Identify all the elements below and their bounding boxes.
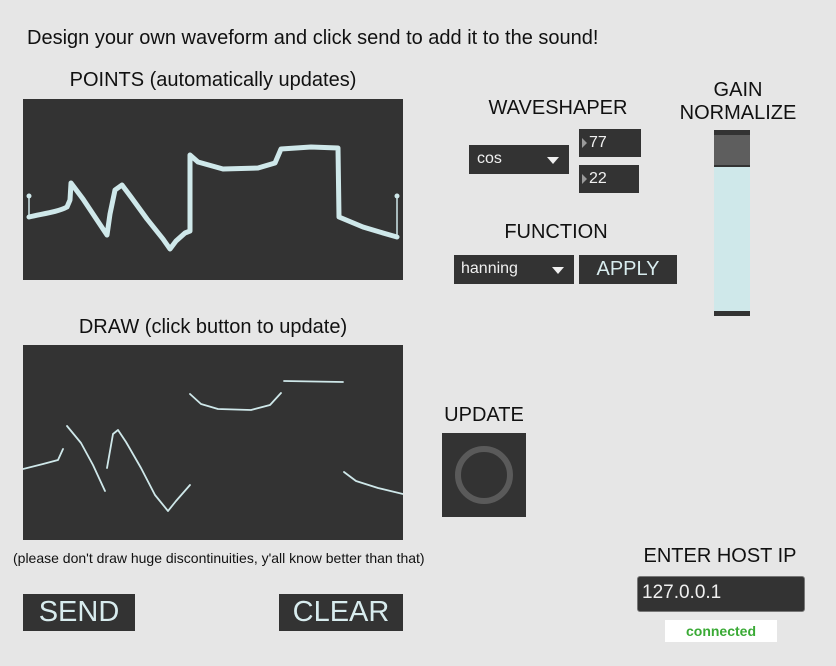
update-title: UPDATE (444, 404, 524, 426)
send-button[interactable]: SEND (23, 594, 135, 631)
number-arrow-icon (582, 137, 587, 148)
update-ring-icon (455, 446, 513, 504)
draw-stroke (106, 429, 191, 512)
host-title: ENTER HOST IP (643, 545, 797, 567)
chevron-down-icon (552, 266, 564, 274)
points-canvas[interactable] (23, 99, 403, 280)
gain-slider[interactable] (714, 130, 750, 316)
draw-stroke (283, 380, 344, 383)
function-selected: hanning (461, 260, 518, 277)
host-ip-input[interactable]: 127.0.0.1 (637, 576, 805, 612)
instruction-text: Design your own waveform and click send … (27, 27, 599, 49)
waveshaper-value-1: 77 (589, 134, 607, 151)
waveshaper-number-1[interactable]: 77 (579, 129, 641, 157)
waveshaper-selected: cos (477, 150, 502, 167)
apply-button[interactable]: APPLY (579, 255, 677, 284)
chevron-down-icon (547, 156, 559, 164)
points-title: POINTS (automatically updates) (69, 69, 357, 91)
draw-stroke (189, 392, 282, 411)
function-dropdown[interactable]: hanning (454, 255, 574, 284)
gain-title-line2: NORMALIZE (679, 102, 797, 124)
point-handle-left[interactable] (26, 193, 32, 199)
host-ip-value: 127.0.0.1 (642, 582, 722, 603)
draw-title: DRAW (click button to update) (78, 316, 348, 338)
draw-stroke (22, 448, 64, 470)
update-button[interactable] (442, 433, 526, 517)
draw-stroke (343, 471, 404, 495)
draw-note: (please don't draw huge discontinuities,… (13, 550, 425, 566)
waveshaper-dropdown[interactable]: cos (469, 145, 569, 174)
points-waveform (26, 144, 400, 252)
gain-slider-track (714, 135, 750, 311)
clear-button[interactable]: CLEAR (279, 594, 403, 631)
waveshaper-title: WAVESHAPER (488, 97, 628, 119)
draw-canvas[interactable] (22, 345, 404, 540)
draw-waveform (22, 380, 404, 512)
connection-status-badge: connected (665, 620, 777, 642)
function-title: FUNCTION (504, 221, 608, 243)
waveshaper-value-2: 22 (589, 170, 607, 187)
waveshaper-number-2[interactable]: 22 (579, 165, 639, 193)
draw-stroke (66, 425, 106, 492)
number-arrow-icon (582, 173, 587, 184)
point-handle-right[interactable] (394, 193, 400, 199)
connection-status-text: connected (685, 623, 756, 639)
points-waveform-path (26, 144, 400, 252)
points-waveform-edges (28, 147, 398, 238)
gain-title-line1: GAIN (713, 79, 763, 101)
gain-slider-handle[interactable] (714, 135, 750, 167)
